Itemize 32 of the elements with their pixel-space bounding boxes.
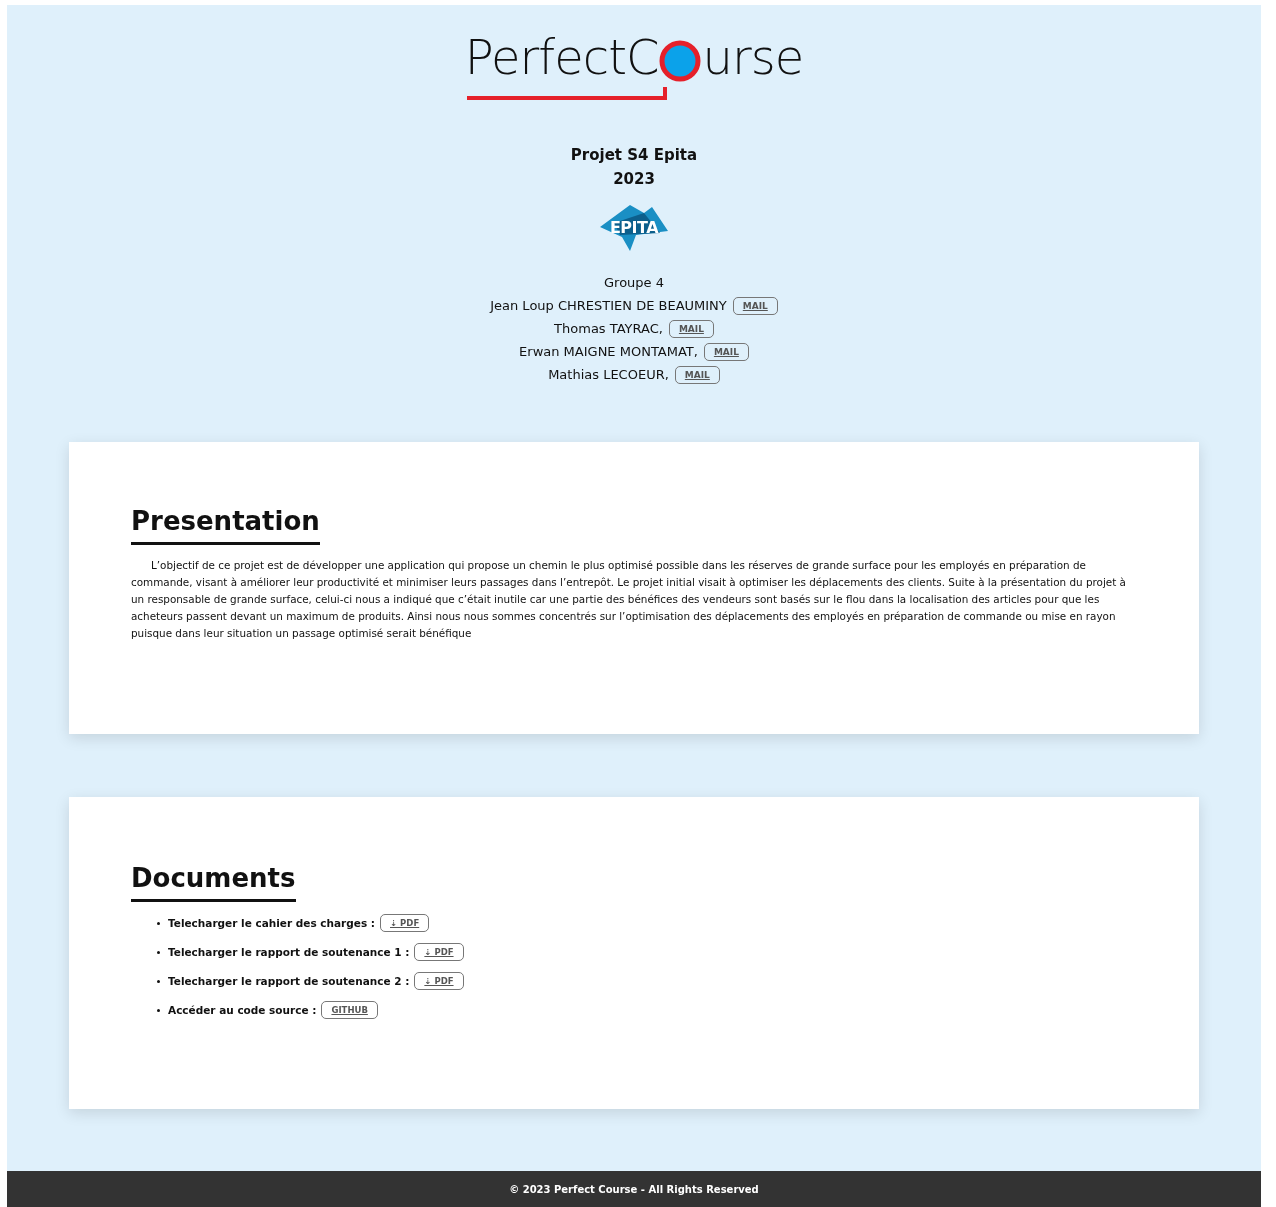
section-heading: Documents xyxy=(131,863,296,902)
download-button[interactable]: GITHUB xyxy=(321,1001,378,1019)
presentation-paragraph: L’objectif de ce projet est de développer une application qui propose un chemin le plus optimisé possible dans les réserves de grande surface pour les employés en préparation de commande, visant à améliorer leur productivité et minimiser leurs passages dans l’entrepôt. Le projet initial visait à optimiser les déplacements des clients. Suite à la présentation du projet à un responsable de grande surface, celui-ci nous a indiqué que c’était inutile car une partie des bénéfices des vendeurs sont basés sur le flou dans la localisation des articles pour que les acheteurs passent devant un maximum de produits. Ainsi nous nous sommes concentrés sur l’optimisation des déplacements des employés en préparation de commande ou mise en rayon puisque dans leur situation un passage optimisé serait bénéfique xyxy=(131,558,1127,641)
school-logo-drawing xyxy=(600,203,668,251)
school-logo-text: EPITA xyxy=(609,217,659,237)
footer-text: © 2023 Perfect Course - All Rights Reserved xyxy=(509,1183,759,1195)
document-label: Telecharger le rapport de soutenance 2 : xyxy=(168,975,410,987)
mail-button[interactable]: MAIL xyxy=(668,319,714,338)
mail-button[interactable]: MAIL xyxy=(703,342,749,361)
mail-button[interactable]: MAIL xyxy=(674,365,720,384)
logo-pin-icon xyxy=(658,39,703,83)
member-name: Erwan MAIGNE MONTAMAT, xyxy=(519,344,698,359)
download-button[interactable]: ⇣ PDF xyxy=(414,972,464,990)
project-title: Projet S4 Epita xyxy=(570,145,698,166)
bullet-icon xyxy=(157,979,160,983)
download-button[interactable]: ⇣ PDF xyxy=(380,914,430,932)
group-label: Groupe 4 xyxy=(604,275,664,290)
member-name: Jean Loup CHRESTIEN DE BEAUMINY xyxy=(490,298,727,313)
document-label: Accéder au code source : xyxy=(168,1004,317,1016)
document-label: Telecharger le cahier des charges : xyxy=(168,917,375,929)
logo-text: PerfectC xyxy=(464,29,659,85)
member-name: Thomas TAYRAC, xyxy=(554,321,663,336)
section-heading: Presentation xyxy=(131,506,320,545)
document-label: Telecharger le rapport de soutenance 1 : xyxy=(168,946,410,958)
project-year: 2023 xyxy=(613,169,655,190)
bullet-icon xyxy=(157,921,160,925)
mail-button[interactable]: MAIL xyxy=(732,296,778,315)
bullet-icon xyxy=(157,1008,160,1012)
member-name: Mathias LECOEUR, xyxy=(548,367,669,382)
logo-text: urse xyxy=(702,29,804,85)
download-button[interactable]: ⇣ PDF xyxy=(414,943,464,961)
bullet-icon xyxy=(157,950,160,954)
